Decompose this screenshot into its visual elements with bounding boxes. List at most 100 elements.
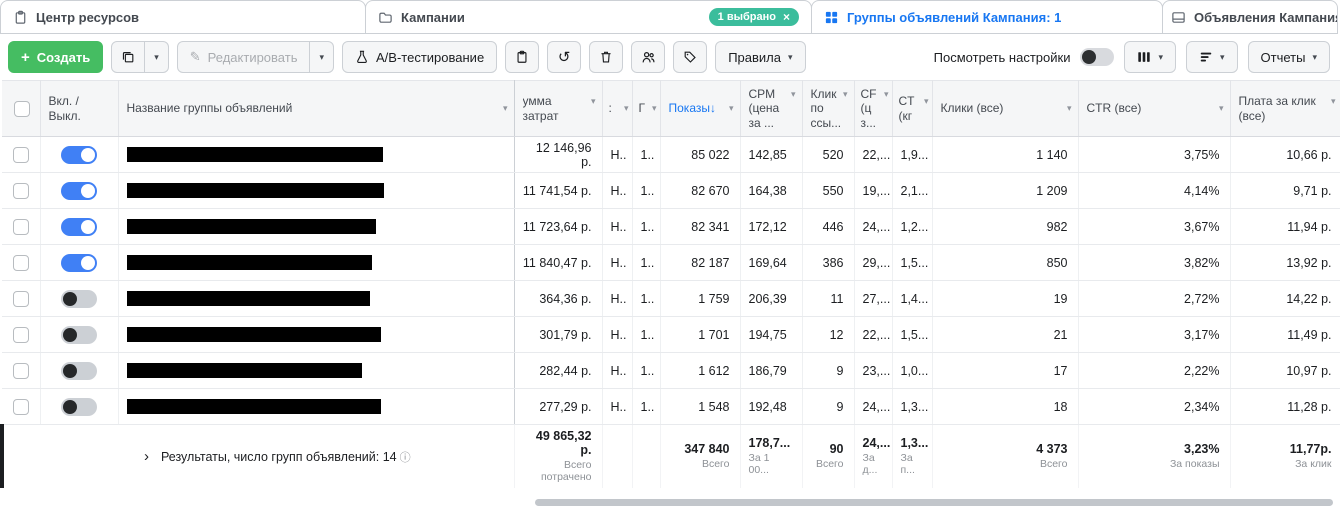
columns-button[interactable]: ▾ [1124,41,1176,73]
cell-ctr-link: 1,5... [892,245,932,281]
cell-cpc-all: 10,66 р. [1230,137,1340,173]
chevron-down-icon: ▾ [319,52,324,63]
create-button[interactable]: + Создать [8,41,103,73]
adset-name-cell [118,173,514,209]
row-toggle[interactable] [61,146,97,164]
table-row[interactable]: 301,79 р. Н.. 1.. 1 701 194,75 12 22,...… [2,317,1340,353]
tab-label: Объявления Кампания: 1 [1194,10,1338,25]
table-row[interactable]: 364,36 р. Н.. 1.. 1 759 206,39 11 27,...… [2,281,1340,317]
cell-5: Н.. [602,389,632,425]
row-toggle-cell [40,209,118,245]
cell-cpc-all: 11,94 р. [1230,209,1340,245]
chevron-down-icon: ▾ [1158,52,1163,63]
row-checkbox-cell [2,209,40,245]
scrollbar-thumb[interactable] [535,499,1333,506]
row-toggle-cell [40,281,118,317]
cell-5: Н.. [602,209,632,245]
row-toggle[interactable] [61,398,97,416]
col-ctr-link[interactable]: CT (кг▾ [892,81,932,137]
select-all-header[interactable] [2,81,40,137]
duplicate-menu-button[interactable]: ▾ [145,41,169,73]
people-icon [641,50,656,65]
row-checkbox[interactable] [13,363,29,379]
col-spent[interactable]: умма затрат▾ [514,81,602,137]
row-checkbox-cell [2,137,40,173]
row-toggle[interactable] [61,218,97,236]
row-toggle[interactable] [61,362,97,380]
toggle-knob [1082,50,1096,64]
cell-cpc-all: 13,92 р. [1230,245,1340,281]
sort-caret-icon: ▾ [1331,96,1336,107]
row-checkbox[interactable] [13,183,29,199]
row-checkbox[interactable] [13,219,29,235]
table-row[interactable]: 277,29 р. Н.. 1.. 1 548 192,48 9 24,... … [2,389,1340,425]
row-checkbox-cell [2,281,40,317]
select-all-checkbox[interactable] [14,101,30,117]
col-impressions[interactable]: Показы↓▾ [660,81,740,137]
table-row[interactable]: 11 741,54 р. Н.. 1.. 82 670 164,38 550 1… [2,173,1340,209]
row-toggle-cell [40,173,118,209]
sort-caret-icon: ▾ [591,96,596,107]
row-toggle-cell [40,245,118,281]
tag-button[interactable] [673,41,707,73]
col-cpm[interactable]: CPM (цена за ...▾ [740,81,802,137]
col-6[interactable]: Г▾ [632,81,660,137]
row-checkbox[interactable] [13,291,29,307]
col-clicks-all[interactable]: Клики (все)▾ [932,81,1078,137]
summary-cpc-all: 11,77р.За клик [1230,425,1340,489]
tag-icon [683,50,697,64]
edit-button[interactable]: ✎ Редактировать [177,41,311,73]
col-link-clicks[interactable]: Клик по ссы...▾ [802,81,854,137]
col-name[interactable]: Название группы объявлений▾ [118,81,514,137]
col-ctr-all[interactable]: CTR (все)▾ [1078,81,1230,137]
col-cpc-all[interactable]: Плата за клик (все)▾ [1230,81,1340,137]
rules-button[interactable]: Правила ▾ [715,41,805,73]
table-row[interactable]: 11 723,64 р. Н.. 1.. 82 341 172,12 446 2… [2,209,1340,245]
reports-button[interactable]: Отчеты ▾ [1248,41,1330,73]
row-toggle[interactable] [61,254,97,272]
selected-filter-badge[interactable]: 1 выбрано × [709,8,799,26]
table-row[interactable]: 282,44 р. Н.. 1.. 1 612 186,79 9 23,... … [2,353,1340,389]
undo-button[interactable]: ↺ [547,41,581,73]
edit-menu-button[interactable]: ▾ [310,41,334,73]
ab-test-button[interactable]: A/B-тестирование [342,41,497,73]
summary-empty [602,425,632,489]
duplicate-button[interactable] [111,41,145,73]
duplicate-split-button: ▾ [111,41,169,73]
tab-resource-center[interactable]: Центр ресурсов [0,0,366,34]
row-checkbox[interactable] [13,255,29,271]
tab-campaigns[interactable]: Кампании 1 выбрано × [365,0,812,34]
cell-spent: 12 146,96 р. [514,137,602,173]
cell-cpm: 164,38 [740,173,802,209]
row-checkbox[interactable] [13,147,29,163]
tab-ads[interactable]: Объявления Кампания: 1 [1162,0,1338,34]
cell-clicks-all: 982 [932,209,1078,245]
table-row[interactable]: 12 146,96 р. Н.. 1.. 85 022 142,85 520 2… [2,137,1340,173]
cell-6: 1.. [632,389,660,425]
cell-cpm: 206,39 [740,281,802,317]
tab-adsets[interactable]: Группы объявлений Кампания: 1 [811,0,1163,34]
chevron-down-icon: ▾ [1312,52,1317,63]
breakdown-button[interactable]: ▾ [1186,41,1238,73]
delete-button[interactable] [589,41,623,73]
row-checkbox[interactable] [13,327,29,343]
row-checkbox[interactable] [13,399,29,415]
info-icon[interactable]: ⓘ [400,452,411,464]
table-row[interactable]: 11 840,47 р. Н.. 1.. 82 187 169,64 386 2… [2,245,1340,281]
view-settings-toggle[interactable] [1080,48,1114,66]
redacted-name-bar [127,183,384,198]
cell-spent: 277,29 р. [514,389,602,425]
col-5[interactable]: :▾ [602,81,632,137]
copy-icon [121,50,135,64]
cell-5: Н.. [602,173,632,209]
row-toggle[interactable] [61,290,97,308]
summary-impressions: 347 840Всего [660,425,740,489]
expand-chevron-icon[interactable]: › [144,448,149,465]
paste-button[interactable] [505,41,539,73]
row-toggle[interactable] [61,182,97,200]
audience-button[interactable] [631,41,665,73]
tab-label: Группы объявлений Кампания: 1 [847,10,1061,25]
col-cpc-link[interactable]: CF (ц з...▾ [854,81,892,137]
row-toggle[interactable] [61,326,97,344]
close-icon[interactable]: × [783,11,790,23]
